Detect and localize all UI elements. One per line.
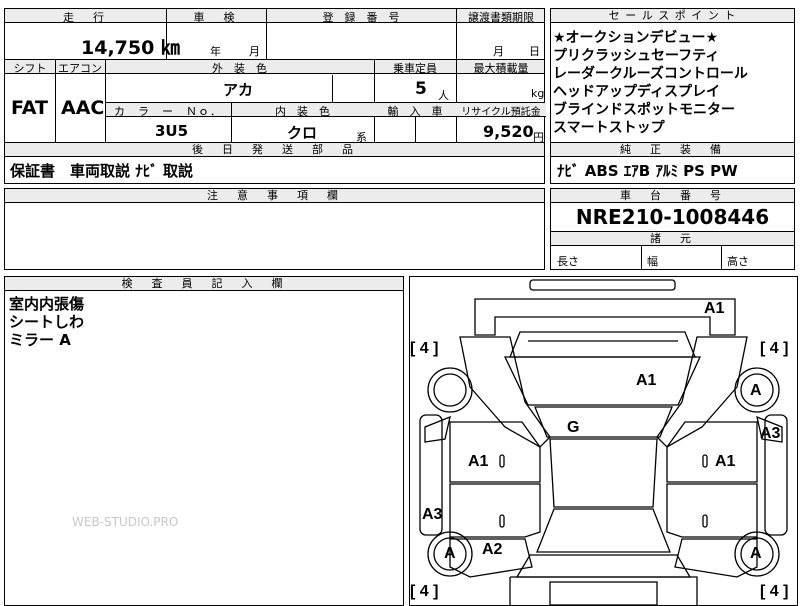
tire-rear-right: [ 4 ] [760, 583, 789, 600]
interior-value: クロ [287, 124, 318, 142]
exterior-label: 外 装 色 [212, 62, 267, 75]
damage-mark: A2 [482, 541, 503, 558]
later-parts-value: 保証書 車両取説 ﾅﾋﾞ 取説 [10, 162, 193, 180]
recycle-value: 9,520 [483, 122, 534, 141]
capacity-unit: 人 [438, 89, 449, 102]
damage-mark: A3 [422, 506, 443, 523]
genuine-equipment-label: 純 正 装 備 [551, 143, 794, 157]
shift-value: FAT [11, 97, 48, 119]
inspector-note-line: シートしわ [9, 313, 85, 331]
shift-label: シフト [13, 62, 47, 75]
wheel-mark: A [750, 545, 762, 562]
interior-label: 内 装 色 [275, 105, 330, 118]
wheel-mark: A [750, 382, 762, 399]
sales-point-item: レーダークルーズコントロール [553, 66, 748, 82]
ac-value: AAC [61, 97, 105, 119]
notes-panel: 注 意 事 項 欄 [4, 188, 545, 270]
damage-mark: A1 [468, 453, 489, 470]
wheel-mark: A [444, 545, 456, 562]
dimension-width-label: 幅 [647, 255, 658, 268]
dimension-length-label: 長さ [557, 255, 579, 268]
notes-label: 注 意 事 項 欄 [5, 189, 544, 203]
damage-mark: A1 [715, 453, 736, 470]
capacity-value: 5 [415, 79, 427, 99]
transfer-deadline-label: 譲渡書類期限 [468, 11, 534, 24]
dimension-height-label: 高さ [727, 255, 749, 268]
vehicle-info-table: 走 行 車 検 登 録 番 号 譲渡書類期限 14,750 ㎞ 年 月 月 日 … [4, 8, 546, 144]
exterior-value: アカ [223, 81, 254, 99]
shaken-label: 車 検 [193, 11, 239, 24]
car-diagram [419, 279, 788, 605]
ac-label: エアコン [58, 62, 102, 75]
recycle-label: リサイクル預託金 [461, 107, 541, 118]
color-no-value: 3U5 [155, 122, 189, 140]
maxload-label: 最大積載量 [473, 62, 529, 75]
chassis-panel: 車 台 番 号 NRE210-1008446 諸 元 長さ 幅 高さ [550, 188, 795, 270]
transfer-day-unit: 日 [529, 45, 540, 58]
sales-point-item: ヘッドアップディスプレイ [553, 84, 721, 100]
damage-mark: G [567, 419, 580, 436]
sales-point-item: ★オークションデビュー★ [553, 30, 719, 46]
inspector-note-line: ミラー A [9, 331, 71, 349]
later-parts-panel: 後 日 発 送 部 品 保証書 車両取説 ﾅﾋﾞ 取説 [4, 142, 545, 184]
mileage-label: 走 行 [63, 11, 108, 24]
later-parts-label: 後 日 発 送 部 品 [5, 143, 544, 157]
inspector-note-line: 室内内張傷 [9, 295, 85, 313]
watermark: WEB-STUDIO.PRO [72, 515, 179, 529]
dimensions-label: 諸 元 [551, 232, 794, 246]
inspector-panel: 検 査 員 記 入 欄 室内内張傷 シートしわ ミラー A [4, 276, 404, 606]
sales-point-item: スマートストップ [553, 120, 665, 136]
inspector-label: 検 査 員 記 入 欄 [5, 277, 403, 291]
chassis-number: NRE210-1008446 [575, 205, 770, 229]
shaken-year-unit: 年 [210, 45, 221, 58]
tire-front-right: [ 4 ] [760, 340, 789, 357]
inspector-notes: 室内内張傷 シートしわ ミラー A [9, 295, 84, 349]
tire-front-left: [ 4 ] [410, 340, 439, 357]
damage-mark: A1 [636, 372, 657, 389]
maxload-unit: kg [531, 87, 545, 100]
sales-points-list: ★オークションデビュー★ プリクラッシュセーフティ レーダークルーズコントロール… [553, 29, 748, 137]
mileage-value: 14,750 ㎞ [81, 37, 180, 59]
genuine-equipment-panel: 純 正 装 備 ﾅﾋﾞ ABS ｴｱB ｱﾙﾐ PS PW [550, 142, 795, 184]
damage-mark: A1 [704, 300, 725, 317]
damage-diagram-panel: A1 A1 A3 G A1 A1 A3 A2 A A A A [ 4 ] [ 4… [409, 276, 798, 606]
sales-points-panel: セ ー ル ス ポ イ ン ト ★オークションデビュー★ プリクラッシュセーフテ… [550, 8, 795, 143]
shaken-month-unit: 月 [249, 45, 260, 58]
color-no-label: カ ラ ー Ｎｏ． [114, 105, 222, 118]
chassis-label: 車 台 番 号 [551, 189, 794, 203]
registration-label: 登 録 番 号 [322, 11, 400, 24]
sales-point-item: プリクラッシュセーフティ [553, 48, 720, 64]
capacity-label: 乗車定員 [393, 62, 437, 75]
sales-points-label: セ ー ル ス ポ イ ン ト [551, 9, 794, 23]
transfer-month-unit: 月 [493, 45, 504, 58]
genuine-equipment-value: ﾅﾋﾞ ABS ｴｱB ｱﾙﾐ PS PW [557, 162, 738, 180]
tire-rear-left: [ 4 ] [410, 583, 439, 600]
damage-mark: A3 [760, 425, 781, 442]
sales-point-item: ブラインドスポットモニター [553, 102, 735, 118]
